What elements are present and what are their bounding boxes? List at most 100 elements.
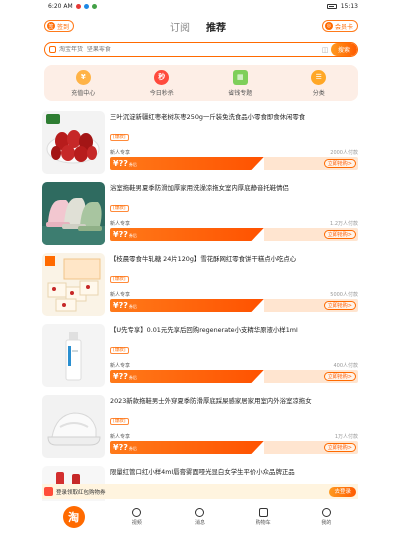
notification-icon: [75, 4, 81, 9]
message-icon: [195, 508, 205, 517]
hot-tag: [爆款]: [110, 418, 129, 425]
product-card[interactable]: 三叶沉淀新疆红枣老树灰枣250g一斤装免洗食品小零食即食休闲零食 [爆款] 新人…: [42, 111, 358, 182]
buy-now-button[interactable]: 立即抢购>: [323, 372, 356, 381]
product-card[interactable]: 【枝晨零食牛轧糖 24片120g】雪花酥网红零食饼干糕点小吃点心 [爆款] 新人…: [42, 253, 358, 324]
status-right: 15:13: [326, 3, 358, 10]
nav-profile[interactable]: 我的: [306, 508, 346, 526]
price: ¥??: [113, 443, 128, 452]
status-time: 6:20 AM: [48, 3, 73, 10]
product-image: [42, 111, 105, 174]
hot-tag: [爆款]: [110, 205, 129, 212]
category-label: 省钱专题: [228, 89, 253, 97]
price-bar[interactable]: ¥?? 券后 立即抢购>: [110, 441, 358, 454]
newcomer-label: 新人专享: [110, 434, 131, 440]
newcomer-label: 新人专享: [110, 292, 131, 298]
feed-tabs: 订阅 推荐: [170, 19, 226, 34]
nav-messages[interactable]: 消息: [180, 508, 220, 526]
category-savings[interactable]: ▦ 省钱专题: [210, 69, 270, 97]
search-bar[interactable]: ◫ 搜索: [44, 42, 358, 57]
search-input[interactable]: [59, 46, 319, 53]
price-sub: 券后: [128, 375, 137, 380]
login-button[interactable]: 去登录: [329, 486, 356, 497]
price: ¥??: [113, 372, 128, 381]
category-flash-sale[interactable]: 秒 今日秒杀: [132, 69, 192, 97]
sold-count: 5000人付款: [330, 292, 358, 298]
newcomer-label: 新人专享: [110, 363, 131, 369]
price-sub: 券后: [128, 446, 137, 451]
checkin-icon: 签: [47, 22, 55, 30]
bottom-nav: 淘 视频 消息 购物车 我的: [42, 501, 358, 533]
buy-now-button[interactable]: 立即抢购>: [323, 443, 356, 452]
category-all[interactable]: ☰ 分类: [289, 69, 349, 97]
buy-now-button[interactable]: 立即抢购>: [323, 301, 356, 310]
checkin-label: 签到: [57, 23, 70, 31]
battery-icon: [326, 4, 337, 9]
nav-video[interactable]: 视频: [117, 508, 157, 526]
newcomer-label: 新人专享: [110, 150, 131, 156]
product-image: [42, 253, 105, 316]
price-bar[interactable]: ¥?? 券后 立即抢购>: [110, 157, 358, 170]
tab-subscribe[interactable]: 订阅: [170, 19, 190, 34]
member-label: 会员卡: [334, 23, 353, 31]
hot-tag: [爆款]: [110, 347, 129, 354]
notification-icon: [83, 4, 89, 9]
sold-count: 2000人付款: [330, 150, 358, 156]
tab-recommend[interactable]: 推荐: [206, 19, 226, 34]
hot-tag: [爆款]: [110, 276, 129, 283]
status-left: 6:20 AM: [48, 3, 97, 10]
price: ¥??: [113, 301, 128, 310]
price-bar[interactable]: ¥?? 券后 立即抢购>: [110, 228, 358, 241]
member-icon: ◎: [324, 22, 333, 30]
category-recharge[interactable]: ¥ 充值中心: [53, 69, 113, 97]
product-image: [42, 395, 105, 458]
camera-icon[interactable]: ◫: [319, 46, 331, 54]
login-banner[interactable]: 登录领取红包购物券 去登录: [42, 484, 358, 499]
price-sub: 券后: [128, 233, 137, 238]
nav-label: 视频: [131, 520, 142, 526]
sold-count: 1.2万人付款: [330, 221, 358, 227]
checkin-button[interactable]: 签 签到: [44, 20, 75, 32]
product-title: 浴室拖鞋男夏季防滑加厚家用洗澡凉拖女室内厚底静音托鞋情侣: [110, 184, 289, 192]
price-sub: 券后: [128, 304, 137, 309]
price-bar[interactable]: ¥?? 券后 立即抢购>: [110, 370, 358, 383]
nav-home[interactable]: 淘: [54, 506, 94, 528]
product-title: 限量红管口红小样4ml唇膏雾面哑光显白女学生平价小众品牌正品: [110, 468, 295, 476]
product-title: 三叶沉淀新疆红枣老树灰枣250g一斤装免洗食品小零食即食休闲零食: [110, 113, 306, 121]
nav-label: 我的: [321, 520, 332, 526]
product-title: 【U先专享】0.01元先享后回购regenerate小支精华原液小样1ml: [110, 326, 298, 334]
product-card[interactable]: 浴室拖鞋男夏季防滑加厚家用洗澡凉拖女室内厚底静音托鞋情侣 [爆款] 新人专享 1.…: [42, 182, 358, 253]
category-shortcuts: ¥ 充值中心 秒 今日秒杀 ▦ 省钱专题 ☰ 分类: [44, 65, 358, 101]
taobao-home-icon: 淘: [62, 506, 85, 528]
nav-cart[interactable]: 购物车: [243, 508, 283, 526]
product-card[interactable]: 2023新款拖鞋男士外穿夏季防滑厚底踩屎感家居家用室内外浴室凉拖女 [爆款] 新…: [42, 395, 358, 466]
status-bar: 6:20 AM 15:13: [0, 0, 400, 13]
product-title: 【枝晨零食牛轧糖 24片120g】雪花酥网红零食饼干糕点小吃点心: [110, 255, 297, 263]
product-image: [42, 324, 105, 387]
search-button[interactable]: 搜索: [331, 43, 357, 56]
login-banner-text: 登录领取红包购物券: [56, 489, 106, 496]
flame-icon: 秒: [154, 69, 170, 85]
grid-icon: ▦: [232, 69, 248, 85]
scan-icon[interactable]: [45, 43, 59, 56]
buy-now-button[interactable]: 立即抢购>: [323, 159, 356, 168]
sold-count: 1万人付款: [334, 434, 358, 440]
nav-label: 购物车: [255, 520, 271, 526]
member-card-button[interactable]: ◎ 会员卡: [321, 20, 358, 32]
video-icon: [132, 508, 142, 517]
buy-now-button[interactable]: 立即抢购>: [323, 230, 356, 239]
status-clock: 15:13: [340, 3, 358, 10]
app-header: 签 签到 订阅 推荐 ◎ 会员卡: [0, 13, 400, 39]
notification-icon: [91, 4, 97, 9]
profile-icon: [321, 508, 331, 517]
category-label: 分类: [312, 89, 325, 97]
product-title: 2023新款拖鞋男士外穿夏季防滑厚底踩屎感家居家用室内外浴室凉拖女: [110, 397, 312, 405]
category-label: 充值中心: [71, 89, 96, 97]
price: ¥??: [113, 230, 128, 239]
sold-count: 400人付款: [333, 363, 358, 369]
hot-tag: [爆款]: [110, 134, 129, 141]
coupon-icon: [44, 487, 53, 496]
price-bar[interactable]: ¥?? 券后 立即抢购>: [110, 299, 358, 312]
product-list: 三叶沉淀新疆红枣老树灰枣250g一斤装免洗食品小零食即食休闲零食 [爆款] 新人…: [42, 111, 358, 533]
product-card[interactable]: 【U先专享】0.01元先享后回购regenerate小支精华原液小样1ml [爆…: [42, 324, 358, 395]
price: ¥??: [113, 159, 128, 168]
